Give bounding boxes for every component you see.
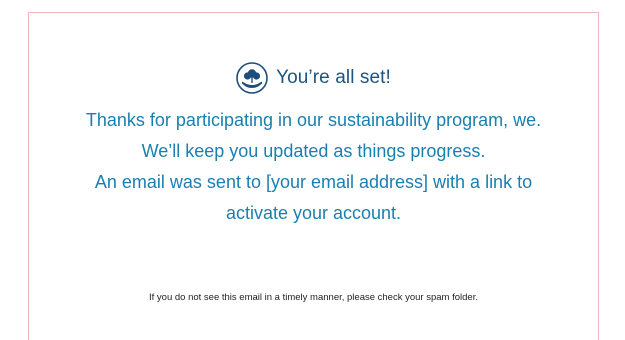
email-sent-text: An email was sent to [your email address…	[94, 172, 533, 223]
cotton-plant-in-hand-icon	[236, 62, 268, 94]
page-title: You’re all set!	[276, 67, 391, 88]
confirmation-header: You’re all set!	[29, 61, 598, 95]
spam-folder-note: If you do not see this email in a timely…	[149, 292, 478, 303]
confirmation-message: Thanks for participating in our sustaina…	[69, 105, 558, 229]
thank-you-text: Thanks for participating in our sustaina…	[85, 110, 542, 161]
confirmation-card: You’re all set! Thanks for participating…	[28, 12, 599, 340]
